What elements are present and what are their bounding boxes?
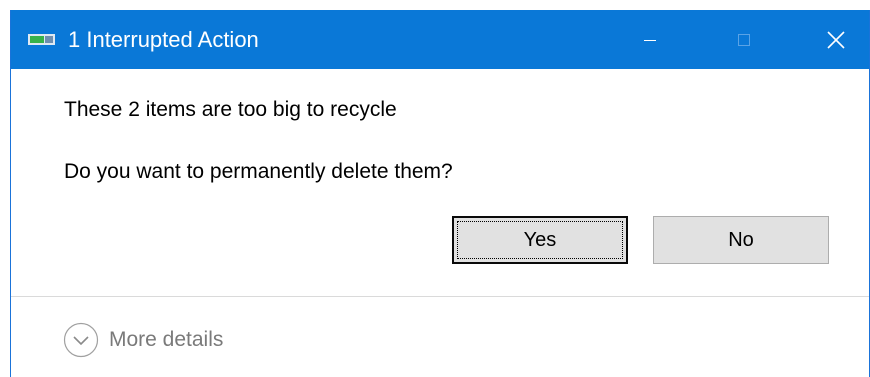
maximize-icon <box>738 33 750 46</box>
close-button[interactable] <box>806 10 866 69</box>
dialog-window: 1 Interrupted Action These 2 items are t… <box>10 10 870 377</box>
minimize-icon <box>644 39 656 41</box>
close-icon <box>827 30 845 49</box>
chevron-down-circle-icon <box>63 322 99 358</box>
no-button[interactable]: No <box>653 216 829 264</box>
more-details-label: More details <box>109 328 224 351</box>
minimize-button[interactable] <box>620 10 680 69</box>
focus-rectangle <box>457 221 623 259</box>
yes-button[interactable]: Yes <box>452 216 628 264</box>
window-title: 1 Interrupted Action <box>68 27 259 52</box>
app-icon <box>28 34 55 45</box>
message-line-1: These 2 items are too big to recycle <box>64 98 397 121</box>
maximize-button <box>714 10 774 69</box>
more-details-toggle[interactable]: More details <box>63 322 223 358</box>
footer-divider <box>11 296 869 297</box>
message-line-2: Do you want to permanently delete them? <box>64 160 453 183</box>
title-bar[interactable]: 1 Interrupted Action <box>11 10 869 69</box>
no-button-label: No <box>728 228 754 251</box>
